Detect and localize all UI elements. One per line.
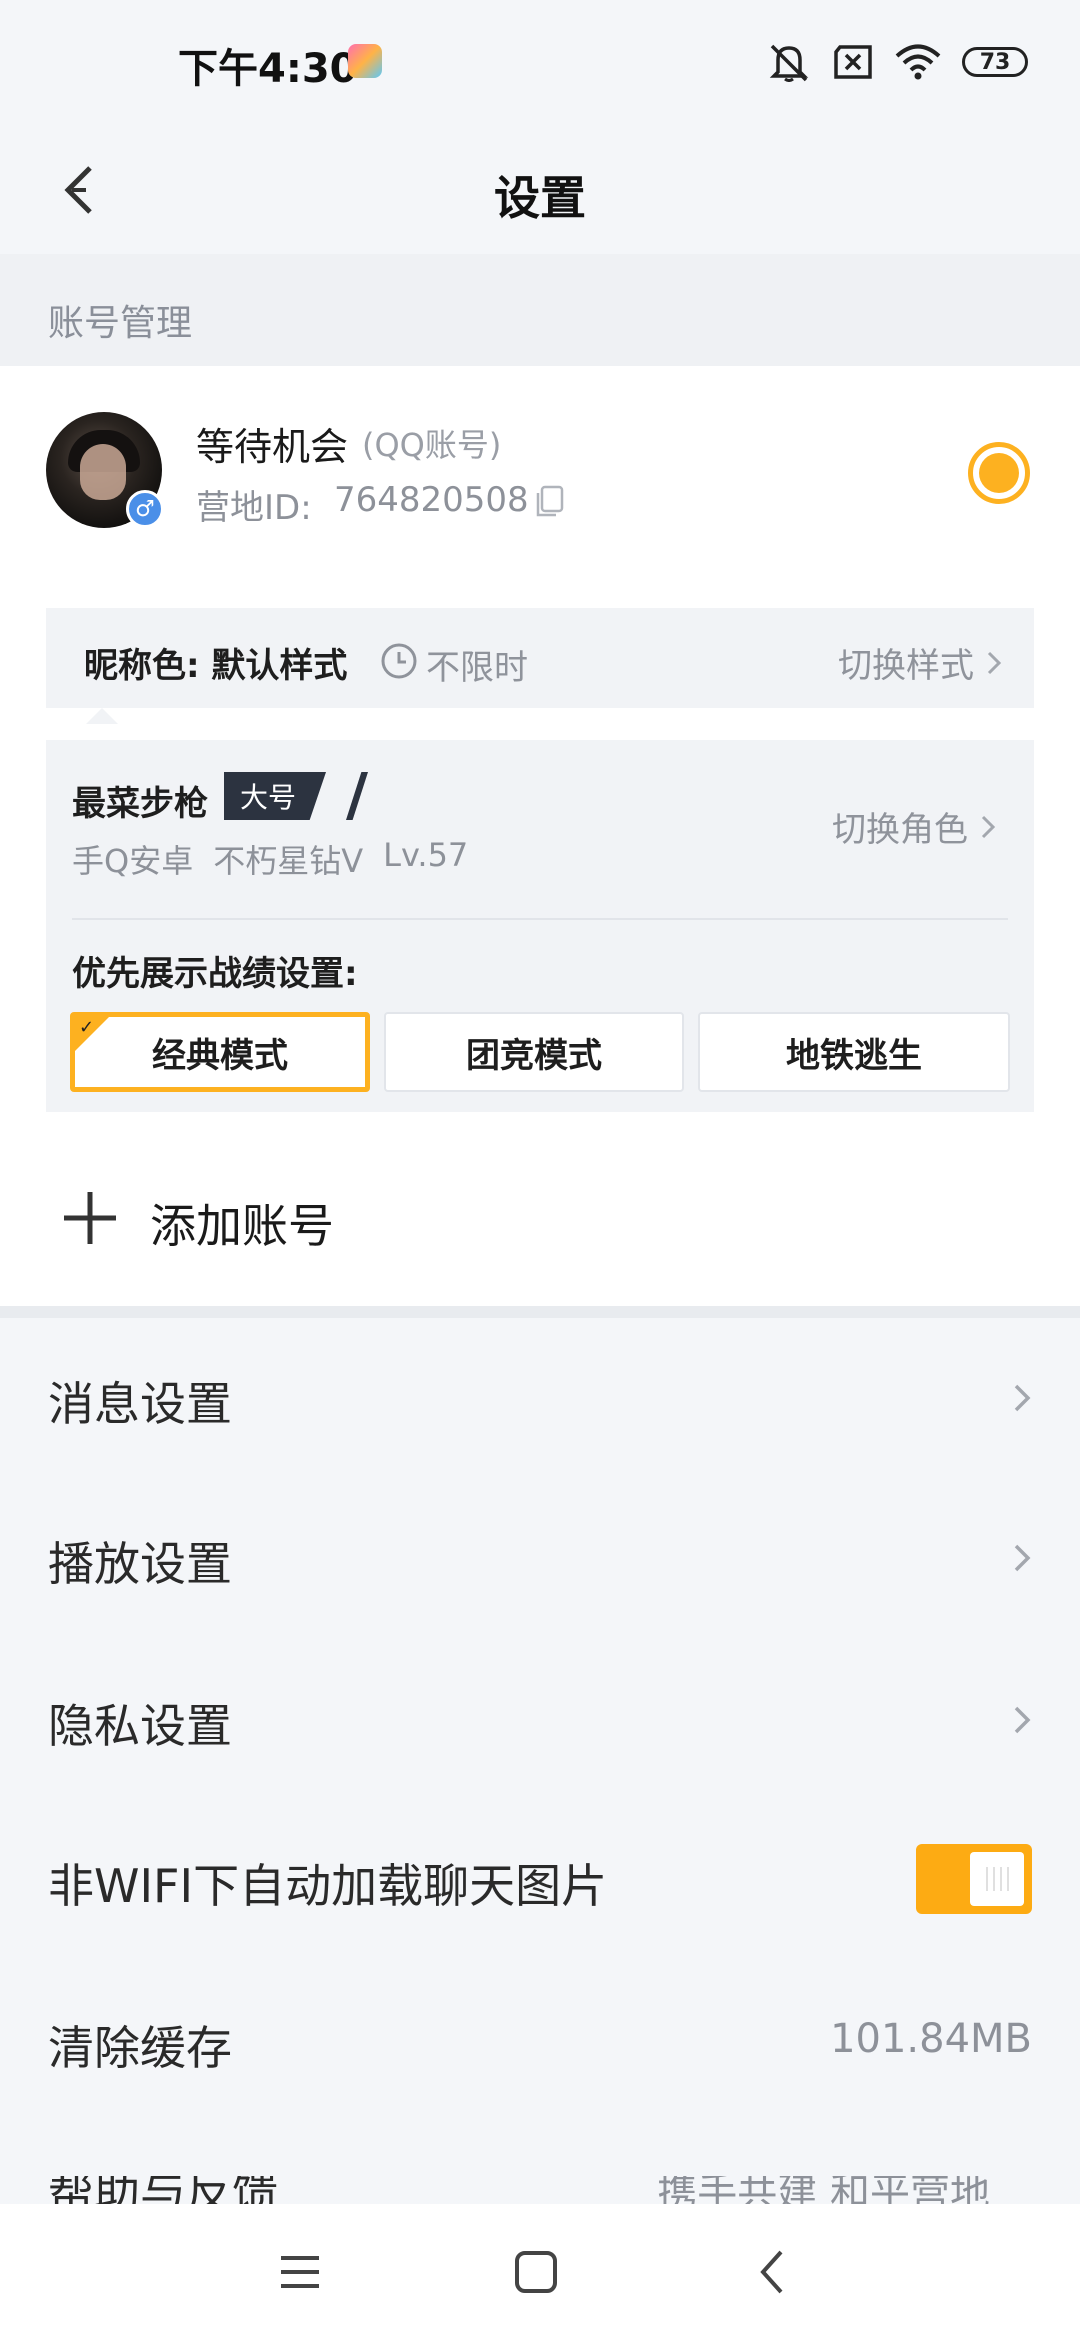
role-tag: 大号 (224, 772, 327, 820)
chevron-right-icon (1014, 1544, 1031, 1572)
status-bar: 下午4:30 73 (0, 0, 1080, 124)
chevron-right-icon (987, 651, 1002, 674)
mute-icon (769, 44, 809, 82)
home-button[interactable] (504, 2240, 568, 2304)
account-name: 等待机会 (196, 425, 349, 469)
section-divider (0, 1306, 1080, 1318)
clear-cache-row[interactable]: 清除缓存 101.84MB (0, 1962, 1080, 2122)
switch-style-link[interactable]: 切换样式 (838, 638, 1004, 687)
back-chevron-icon (760, 2250, 783, 2294)
account-card: ♂ 等待机会 (QQ账号) 营地ID: 764820508 昵称色: 默认样式 … (0, 366, 1080, 1306)
role-box-pointer (86, 708, 118, 724)
battery-icon: 73 (962, 47, 1028, 77)
chevron-right-icon (981, 815, 996, 838)
playback-settings-row[interactable]: 播放设置 (0, 1478, 1080, 1638)
nickname-color-limit: 不限时 (426, 648, 528, 688)
home-square-icon (515, 2251, 557, 2293)
pref-record-label: 优先展示战绩设置: (72, 954, 358, 994)
privacy-settings-label: 隐私设置 (48, 1699, 232, 1753)
add-account-button[interactable]: 添加账号 (0, 1144, 1080, 1304)
mode-tdm-label: 团竞模式 (466, 1035, 602, 1076)
menu-button[interactable] (268, 2240, 332, 2304)
plus-icon (64, 1192, 116, 1244)
message-settings-row[interactable]: 消息设置 (0, 1318, 1080, 1478)
account-type: (QQ账号) (362, 426, 502, 464)
status-icons: 73 (766, 40, 1028, 84)
copy-icon[interactable] (532, 484, 566, 518)
role-platform: 手Q安卓 (72, 842, 194, 880)
section-label-account: 账号管理 (0, 254, 1080, 366)
system-nav-bar (0, 2204, 1080, 2340)
back-nav-button[interactable] (740, 2240, 804, 2304)
page-title: 设置 (494, 171, 586, 225)
divider (72, 918, 1008, 920)
playback-settings-label: 播放设置 (48, 1537, 232, 1591)
section-label-text: 账号管理 (48, 303, 193, 344)
mode-classic-button[interactable]: ✓ 经典模式 (70, 1012, 370, 1092)
sim-off-icon (834, 45, 872, 79)
checkmark-icon: ✓ (79, 1017, 95, 1038)
clear-cache-label: 清除缓存 (48, 2021, 232, 2075)
nickname-color-label: 昵称色: 默认样式 (84, 646, 348, 686)
mode-metro-button[interactable]: 地铁逃生 (698, 1012, 1010, 1092)
chevron-right-icon (1014, 1706, 1031, 1734)
app-game-icon (348, 44, 382, 78)
role-box: 最菜步枪 大号 手Q安卓 不朽星钻V Lv.57 切换角色 优先展示战绩设置: … (46, 740, 1034, 1112)
role-level: Lv.57 (383, 836, 469, 874)
mode-tdm-button[interactable]: 团竞模式 (384, 1012, 684, 1092)
header: 设置 (0, 124, 1080, 254)
auto-load-images-label: 非WIFI下自动加载聊天图片 (48, 1859, 608, 1913)
role-name: 最菜步枪 (72, 784, 208, 824)
switch-role-label: 切换角色 (832, 810, 968, 850)
auto-load-images-toggle[interactable] (916, 1844, 1032, 1914)
auto-load-images-row: 非WIFI下自动加载聊天图片 (0, 1800, 1080, 1960)
help-feedback-label: 帮助与反馈 (48, 2176, 278, 2206)
account-selected-radio[interactable] (968, 442, 1030, 504)
role-tag-stripe (346, 772, 368, 820)
status-time: 下午4:30 (178, 46, 358, 92)
mode-classic-label: 经典模式 (152, 1035, 288, 1076)
help-feedback-value: 携手共建 和平营地 (657, 2176, 990, 2206)
privacy-settings-row[interactable]: 隐私设置 (0, 1640, 1080, 1800)
male-gender-icon: ♂ (126, 490, 164, 528)
account-id-value: 764820508 (334, 480, 529, 520)
wifi-icon (895, 44, 941, 80)
role-rank: 不朽星钻V (213, 842, 364, 880)
account-id-label: 营地ID: (196, 488, 312, 528)
mode-metro-label: 地铁逃生 (786, 1035, 922, 1076)
toggle-knob (970, 1852, 1024, 1906)
add-account-label: 添加账号 (150, 1199, 334, 1253)
switch-role-link[interactable]: 切换角色 (832, 802, 998, 851)
help-feedback-row[interactable]: 帮助与反馈 携手共建 和平营地 (0, 2176, 1080, 2206)
switch-style-label: 切换样式 (838, 646, 974, 686)
nickname-color-row[interactable]: 昵称色: 默认样式 不限时 切换样式 (46, 608, 1034, 708)
clock-icon (381, 643, 417, 679)
chevron-right-icon (1014, 1384, 1031, 1412)
menu-icon (281, 2256, 319, 2288)
cache-size-value: 101.84MB (830, 2016, 1032, 2062)
message-settings-label: 消息设置 (48, 1377, 232, 1431)
role-meta: 手Q安卓 不朽星钻V Lv.57 (72, 836, 468, 882)
